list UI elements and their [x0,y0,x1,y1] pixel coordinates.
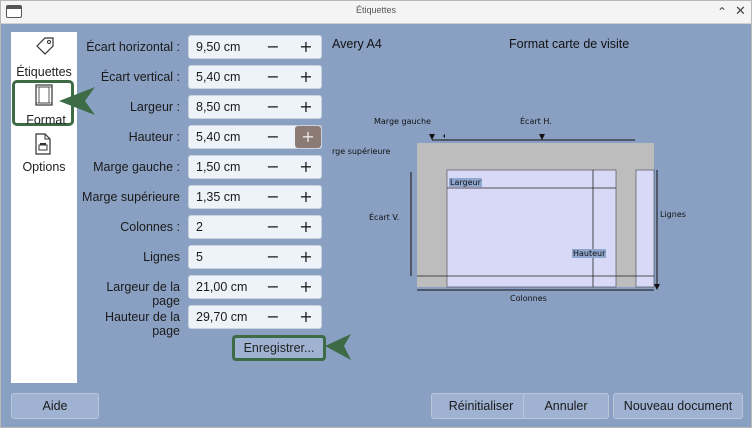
left-margin-minus-button[interactable]: − [261,156,285,178]
rows-plus-button[interactable]: + [294,246,318,268]
h-gap-minus-button[interactable]: − [261,36,285,58]
columns-diagram-label: Colonnes [510,294,547,303]
rows-diagram-label: Lignes [660,210,686,219]
v-gap-minus-button[interactable]: − [261,66,285,88]
page-width-plus-button[interactable]: + [294,276,318,298]
height-value[interactable]: 5,40 cm [196,130,240,144]
h-gap-value[interactable]: 9,50 cm [196,40,240,54]
v-gap-label: Écart vertical : [100,70,180,84]
width-plus-button[interactable]: + [294,96,318,118]
rows-value[interactable]: 5 [196,250,203,264]
v-gap-plus-button[interactable]: + [294,66,318,88]
rows-spinbox: 5 − + [188,245,322,269]
page-height-value[interactable]: 29,70 cm [196,310,247,324]
title-bar: Étiquettes ⌃ ✕ [1,1,751,24]
page-height-label: Hauteur de la page [104,310,180,338]
top-margin-plus-button[interactable]: + [294,186,318,208]
v-gap-spinbox: 5,40 cm − + [188,65,322,89]
sidebar-item-options[interactable]: Options [11,130,77,178]
columns-plus-button[interactable]: + [294,216,318,238]
page-height-spinbox: 29,70 cm − + [188,305,322,329]
left-margin-label: Marge gauche : [93,160,180,174]
height-spinbox: 5,40 cm − + [188,125,322,149]
bottom-button-bar: Aide Réinitialiser Annuler Nouveau docum… [1,383,751,427]
format-preview-diagram: Marge gauche Écart H. rge supérieure Éca… [332,112,742,312]
rows-label: Lignes [143,250,180,264]
columns-spinbox: 2 − + [188,215,322,239]
page-width-value[interactable]: 21,00 cm [196,280,247,294]
save-button[interactable]: Enregistrer... [232,335,326,361]
columns-minus-button[interactable]: − [261,216,285,238]
page-width-label: Largeur de la page [106,280,180,308]
close-icon[interactable]: ✕ [735,3,746,21]
left-margin-spinbox: 1,50 cm − + [188,155,322,179]
v-gap-diagram-label: Écart V. [369,213,400,222]
v-gap-value[interactable]: 5,40 cm [196,70,240,84]
top-margin-label: Marge supérieure [82,190,180,204]
page-width-spinbox: 21,00 cm − + [188,275,322,299]
h-gap-plus-button[interactable]: + [294,36,318,58]
save-pointer-arrow-icon [325,334,351,360]
h-gap-label: Écart horizontal : [86,40,180,54]
columns-label: Colonnes : [120,220,180,234]
collapse-chevron-icon[interactable]: ⌃ [717,3,727,21]
height-label: Hauteur : [128,130,180,144]
left-margin-plus-button[interactable]: + [294,156,318,178]
width-spinbox: 8,50 cm − + [188,95,322,119]
page-height-minus-button[interactable]: − [261,306,285,328]
height-diagram-label: Hauteur [572,249,607,258]
window-title: Étiquettes [355,5,397,15]
width-minus-button[interactable]: − [261,96,285,118]
left-margin-diagram-label: Marge gauche [374,117,431,126]
rows-minus-button[interactable]: − [261,246,285,268]
top-margin-minus-button[interactable]: − [261,186,285,208]
width-value[interactable]: 8,50 cm [196,100,240,114]
printer-options-icon [35,133,51,155]
sidebar-item-etiquettes[interactable]: Étiquettes [11,32,77,82]
h-gap-diagram-label: Écart H. [520,117,552,126]
h-gap-spinbox: 9,50 cm − + [188,35,322,59]
reset-button[interactable]: Réinitialiser [431,393,531,419]
width-diagram-label: Largeur [449,178,482,187]
sidebar-item-label: Options [22,160,66,174]
height-plus-button[interactable]: + [295,126,321,148]
format-pointer-arrow-icon [59,87,95,115]
help-button[interactable]: Aide [11,393,99,419]
columns-value[interactable]: 2 [196,220,203,234]
labels-dialog: Étiquettes ⌃ ✕ Étiquettes Format Options… [0,0,752,428]
top-margin-diagram-label: rge supérieure [332,147,391,156]
page-width-minus-button[interactable]: − [261,276,285,298]
height-minus-button[interactable]: − [261,126,285,148]
page-format-icon [35,84,53,106]
page-height-plus-button[interactable]: + [294,306,318,328]
left-margin-value[interactable]: 1,50 cm [196,160,240,174]
cancel-button[interactable]: Annuler [523,393,609,419]
tag-icon [36,37,54,55]
new-document-button[interactable]: Nouveau document [613,393,743,419]
top-margin-spinbox: 1,35 cm − + [188,185,322,209]
model-type: Format carte de visite [509,37,630,51]
sidebar-item-label: Étiquettes [16,65,72,79]
format-panel: Écart horizontal : 9,50 cm − + Écart ver… [78,32,742,383]
model-name: Avery A4 [332,37,382,51]
top-margin-value[interactable]: 1,35 cm [196,190,240,204]
